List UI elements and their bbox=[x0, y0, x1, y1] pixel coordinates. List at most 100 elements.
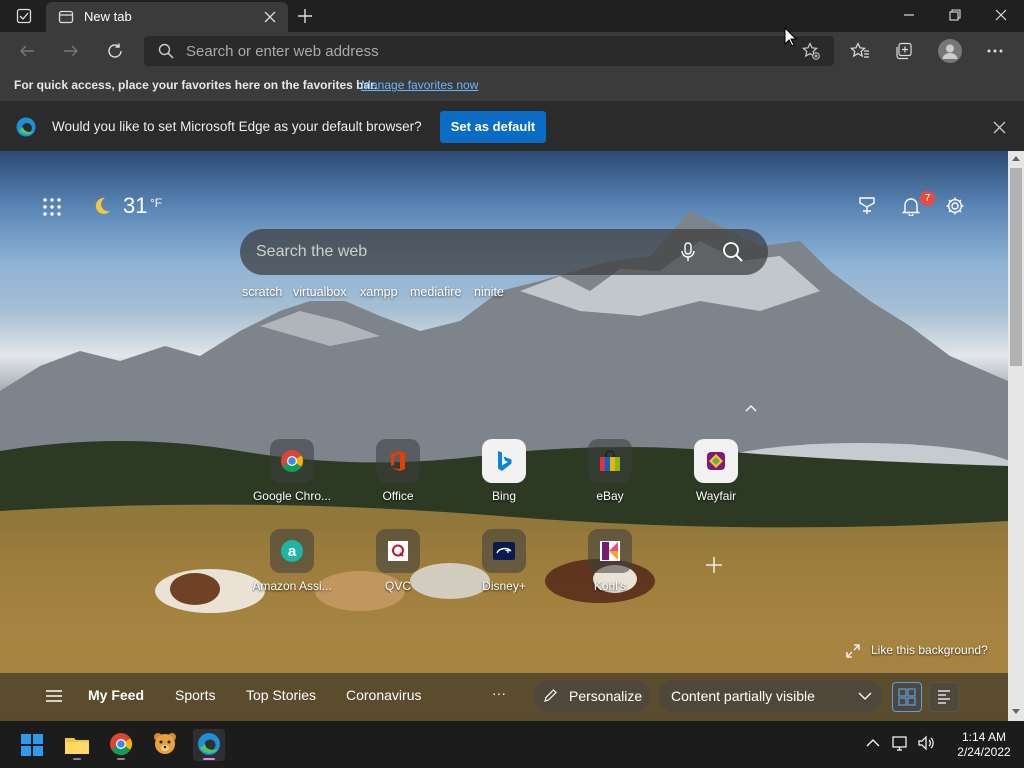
windows-start-icon[interactable] bbox=[16, 729, 48, 761]
list-layout-button[interactable] bbox=[929, 682, 959, 712]
default-browser-infobar: Would you like to set Microsoft Edge as … bbox=[0, 102, 1024, 151]
collapse-chevron-up-icon[interactable] bbox=[744, 403, 758, 413]
file-explorer-icon[interactable] bbox=[61, 729, 93, 761]
tile-google-chrome[interactable]: Google Chro... bbox=[252, 439, 332, 503]
amazon-assistant-icon: a bbox=[270, 529, 314, 573]
content-visibility-label: Content partially visible bbox=[671, 688, 815, 704]
feed-tab-coronavirus[interactable]: Coronavirus bbox=[346, 687, 421, 703]
set-as-default-button[interactable]: Set as default bbox=[440, 111, 546, 143]
address-bar[interactable] bbox=[144, 36, 834, 66]
tile-wayfair[interactable]: Wayfair bbox=[676, 439, 756, 503]
expand-background-icon[interactable] bbox=[846, 644, 860, 658]
chrome-taskbar-icon[interactable] bbox=[105, 729, 137, 761]
refresh-button[interactable] bbox=[106, 42, 124, 60]
tile-kohls[interactable]: Kohl's bbox=[570, 529, 650, 593]
volume-icon[interactable] bbox=[917, 735, 935, 751]
tab-new-tab[interactable]: New tab bbox=[46, 2, 288, 32]
page-settings-gear-icon[interactable] bbox=[945, 196, 965, 216]
web-search-icon[interactable] bbox=[722, 241, 744, 263]
network-icon[interactable] bbox=[892, 735, 910, 751]
disney-plus-icon bbox=[482, 529, 526, 573]
quick-link-virtualbox[interactable]: virtualbox bbox=[293, 285, 347, 299]
tile-disney-plus[interactable]: Disney+ bbox=[464, 529, 544, 593]
restore-button[interactable] bbox=[948, 8, 962, 22]
close-infobar-icon[interactable] bbox=[993, 121, 1006, 134]
minimize-button[interactable] bbox=[902, 8, 916, 22]
grid-layout-icon bbox=[898, 688, 916, 706]
tile-label: Google Chro... bbox=[252, 489, 332, 503]
tile-label: Amazon Assi... bbox=[252, 579, 332, 593]
show-hidden-icons-chevron-icon[interactable] bbox=[866, 738, 880, 748]
chrome-icon bbox=[270, 439, 314, 483]
tile-label: QVC bbox=[384, 579, 411, 593]
rewards-icon[interactable] bbox=[857, 196, 877, 216]
tile-label: Wayfair bbox=[695, 489, 737, 503]
tile-office[interactable]: Office bbox=[358, 439, 438, 503]
quick-link-xampp[interactable]: xampp bbox=[360, 285, 398, 299]
web-search-box[interactable] bbox=[240, 229, 768, 275]
personalize-button[interactable]: Personalize bbox=[533, 680, 650, 712]
tile-ebay[interactable]: eBay bbox=[570, 439, 650, 503]
web-search-input[interactable] bbox=[256, 229, 676, 275]
tab-actions-icon[interactable] bbox=[16, 8, 32, 24]
like-background-link[interactable]: Like this background? bbox=[871, 643, 988, 657]
tab-page-icon bbox=[58, 9, 74, 25]
favorites-bar: For quick access, place your favorites h… bbox=[0, 70, 1024, 102]
notification-count: 7 bbox=[924, 193, 931, 204]
content-visibility-dropdown[interactable]: Content partially visible bbox=[658, 680, 883, 712]
quick-link-mediafire[interactable]: mediafire bbox=[410, 285, 461, 299]
weather-widget[interactable]: 31 °F bbox=[92, 191, 182, 221]
tile-qvc[interactable]: QVC bbox=[358, 529, 438, 593]
new-tab-button[interactable] bbox=[296, 7, 314, 25]
notification-badge: 7 bbox=[920, 191, 935, 206]
taskbar-clock[interactable]: 1:14 AM 2/24/2022 bbox=[944, 730, 1024, 760]
favorites-bar-message: For quick access, place your favorites h… bbox=[14, 78, 378, 92]
title-bar: New tab bbox=[0, 0, 1024, 32]
office-icon bbox=[376, 439, 420, 483]
quick-link-scratch[interactable]: scratch bbox=[242, 285, 282, 299]
settings-more-icon[interactable] bbox=[986, 44, 1004, 58]
scrollbar-thumb[interactable] bbox=[1010, 168, 1022, 366]
quick-link-ninite[interactable]: ninite bbox=[474, 285, 504, 299]
microphone-icon[interactable] bbox=[680, 242, 696, 262]
tile-label: Kohl's bbox=[593, 579, 627, 593]
kohls-icon bbox=[588, 529, 632, 573]
clock-date: 2/24/2022 bbox=[957, 745, 1011, 759]
collections-icon[interactable] bbox=[895, 42, 913, 60]
feed-tab-sports[interactable]: Sports bbox=[175, 687, 215, 703]
navigation-bar bbox=[0, 32, 1024, 70]
taskbar: 1:14 AM 2/24/2022 bbox=[0, 721, 1024, 768]
ebay-icon bbox=[588, 439, 632, 483]
back-button[interactable] bbox=[18, 42, 36, 60]
forward-button[interactable] bbox=[62, 42, 80, 60]
scroll-up-arrow-icon[interactable] bbox=[1012, 155, 1020, 161]
notifications-bell-icon[interactable] bbox=[901, 196, 921, 216]
tile-bing[interactable]: Bing bbox=[464, 439, 544, 503]
feed-tab-top-stories[interactable]: Top Stories bbox=[246, 687, 316, 703]
grid-layout-button[interactable] bbox=[892, 682, 922, 712]
add-favorite-icon[interactable] bbox=[802, 42, 820, 60]
moon-icon bbox=[92, 196, 112, 216]
new-tab-page: 31 °F 7 scratch virtualbox xampp mediafi… bbox=[0, 151, 1008, 721]
address-input[interactable] bbox=[186, 36, 786, 66]
hamburger-menu-icon[interactable] bbox=[45, 689, 63, 703]
edge-taskbar-icon[interactable] bbox=[193, 729, 225, 761]
scroll-down-arrow-icon[interactable] bbox=[1012, 709, 1020, 715]
feed-more-button[interactable]: ··· bbox=[492, 685, 506, 701]
close-window-button[interactable] bbox=[994, 8, 1008, 22]
clock-time: 1:14 AM bbox=[961, 730, 1007, 744]
add-tile-button[interactable] bbox=[705, 556, 723, 574]
profile-avatar[interactable] bbox=[938, 39, 962, 63]
pencil-icon bbox=[543, 689, 557, 703]
feed-navigation-bar: My Feed Sports Top Stories Coronavirus ·… bbox=[0, 673, 1008, 721]
bing-icon bbox=[482, 439, 526, 483]
manage-favorites-link[interactable]: Manage favorites now bbox=[361, 78, 478, 92]
mouse-cursor-icon bbox=[784, 27, 798, 47]
wayfair-icon bbox=[694, 439, 738, 483]
apps-launcher-icon[interactable] bbox=[42, 197, 62, 217]
favorites-icon[interactable] bbox=[850, 42, 870, 60]
tile-amazon-assistant[interactable]: a Amazon Assi... bbox=[252, 529, 332, 593]
feed-tab-my-feed[interactable]: My Feed bbox=[88, 687, 144, 703]
app-bear-icon[interactable] bbox=[149, 729, 181, 761]
close-tab-icon[interactable] bbox=[264, 11, 276, 23]
